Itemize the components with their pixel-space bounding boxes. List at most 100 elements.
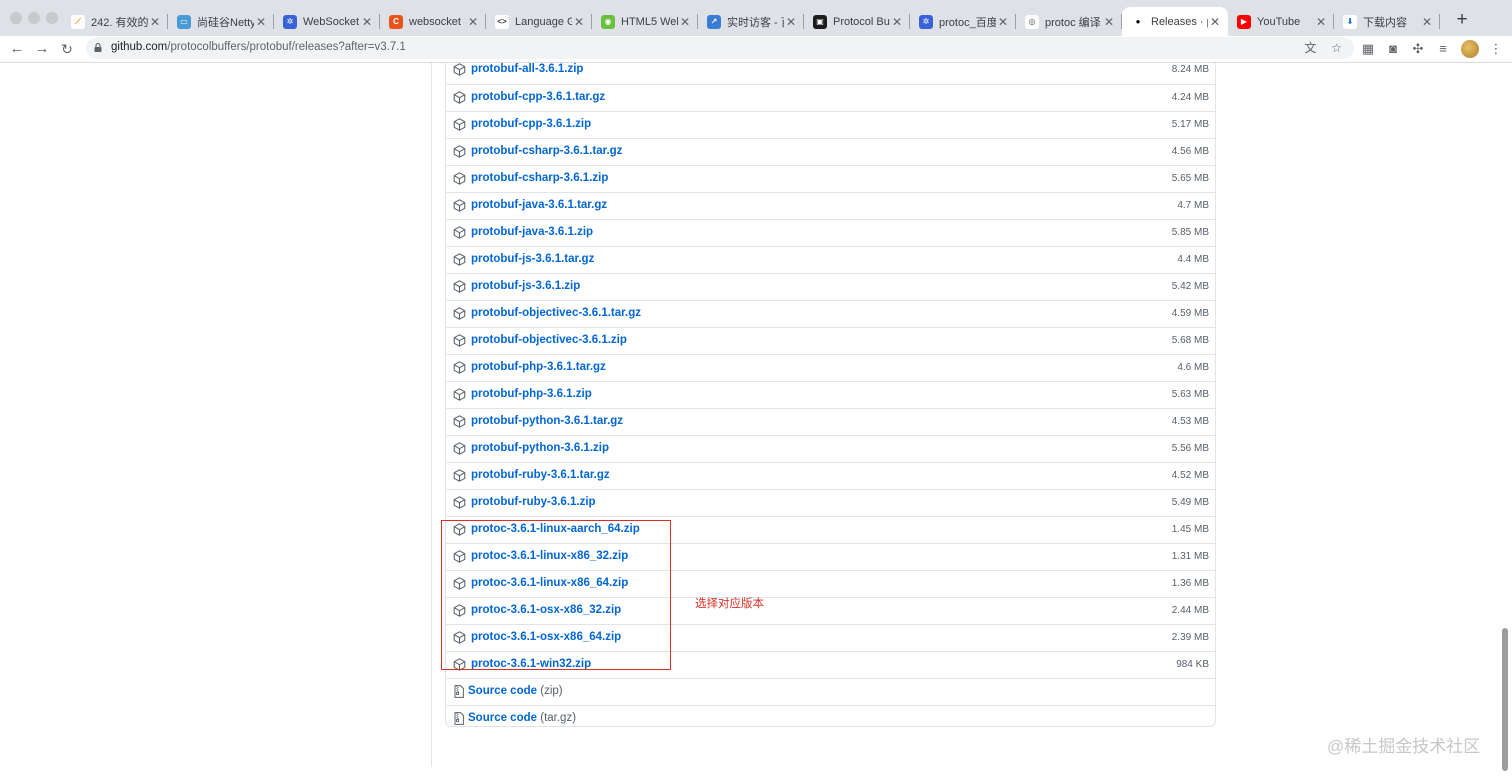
asset-download-link[interactable]: protobuf-objectivec-3.6.1.zip (471, 334, 627, 346)
asset-download-link[interactable]: protobuf-ruby-3.6.1.zip (471, 496, 596, 508)
tab-list: ⟋242. 有效的字✕▭尚硅谷Netty视✕✲WebSocket✕Cwebsoc… (62, 7, 1440, 36)
browser-tab[interactable]: <> Language G ✕ (486, 7, 592, 36)
asset-download-link[interactable]: protobuf-ruby-3.6.1.tar.gz (471, 469, 610, 481)
back-arrow-icon[interactable]: ← (7, 39, 27, 59)
tab-close-icon[interactable]: ✕ (1420, 15, 1434, 29)
tab-close-icon[interactable]: ✕ (1208, 15, 1222, 29)
package-icon (453, 388, 466, 401)
asset-download-link[interactable]: protobuf-js-3.6.1.zip (471, 280, 580, 292)
asset-download-link[interactable]: protobuf-php-3.6.1.zip (471, 388, 592, 400)
tab-title: 尚硅谷Netty视 (197, 16, 254, 29)
browser-tab[interactable]: ◉ HTML5 Web ✕ (592, 7, 698, 36)
tab-favicon-icon: ◎ (1025, 14, 1039, 29)
tab-favicon-icon: C (389, 14, 403, 29)
asset-download-link[interactable]: protobuf-all-3.6.1.zip (471, 63, 583, 75)
translate-icon[interactable]: 文 (1303, 41, 1318, 56)
tab-close-icon[interactable]: ✕ (784, 15, 798, 29)
tab-close-icon[interactable]: ✕ (254, 15, 268, 29)
asset-size: 1.45 MB (1171, 524, 1209, 535)
asset-size: 8.24 MB (1171, 64, 1209, 75)
browser-tab[interactable]: ◎ protoc 编译 ✕ (1016, 7, 1122, 36)
extensions-puzzle-icon[interactable]: ✣ (1410, 41, 1426, 57)
window-zoom-button[interactable] (46, 12, 58, 24)
watermark-text: @稀土掘金技术社区 (1327, 737, 1481, 756)
highlight-annotation-box (441, 520, 671, 670)
asset-row: protobuf-js-3.6.1.tar.gz 4.4 MB (446, 246, 1215, 273)
asset-download-link[interactable]: protobuf-java-3.6.1.zip (471, 226, 593, 238)
tab-close-icon[interactable]: ✕ (466, 15, 480, 29)
asset-download-link[interactable]: protobuf-cpp-3.6.1.zip (471, 118, 591, 130)
asset-size: 4.56 MB (1171, 146, 1209, 157)
tab-close-icon[interactable]: ✕ (1314, 15, 1328, 29)
asset-download-link[interactable]: protobuf-objectivec-3.6.1.tar.gz (471, 307, 641, 319)
browser-tab[interactable]: ▭ 尚硅谷Netty视✕ (168, 7, 274, 36)
asset-size: 984 KB (1176, 659, 1209, 670)
browser-tab[interactable]: ↗ 实时访客 - 百✕ (698, 7, 804, 36)
package-icon (453, 307, 466, 320)
browser-tab[interactable]: Cwebsocket ✕ (380, 7, 486, 36)
asset-row: protobuf-ruby-3.6.1.zip 5.49 MB (446, 489, 1215, 516)
asset-row: protobuf-objectivec-3.6.1.tar.gz 4.59 MB (446, 300, 1215, 327)
asset-size: 5.63 MB (1171, 389, 1209, 400)
source-code-format: (tar.gz) (540, 712, 577, 724)
browser-tab[interactable]: ⬇ 下载内容 ✕ (1334, 7, 1440, 36)
profile-avatar[interactable] (1461, 40, 1479, 58)
asset-download-link[interactable]: protobuf-python-3.6.1.zip (471, 442, 609, 454)
asset-size: 4.52 MB (1171, 470, 1209, 481)
asset-size: 2.44 MB (1171, 605, 1209, 616)
tab-favicon-icon: ⬇ (1343, 14, 1357, 29)
package-icon (453, 63, 466, 76)
package-icon (453, 145, 466, 158)
tab-favicon-icon: ▭ (177, 14, 191, 29)
tab-title: Protocol Bu (833, 15, 890, 28)
source-code-link[interactable]: Source code (tar.gz) (468, 712, 576, 724)
tab-title: protoc_百度 (939, 16, 996, 29)
source-code-row: Source code (tar.gz) (446, 705, 1215, 732)
page-scrollbar[interactable] (1502, 628, 1508, 771)
asset-size: 5.42 MB (1171, 281, 1209, 292)
asset-download-link[interactable]: protobuf-cpp-3.6.1.tar.gz (471, 91, 605, 103)
tab-favicon-icon: ✲ (283, 14, 297, 29)
tab-close-icon[interactable]: ✕ (996, 15, 1010, 29)
tab-favicon-icon: ● (1131, 14, 1145, 29)
asset-download-link[interactable]: protobuf-php-3.6.1.tar.gz (471, 361, 606, 373)
tab-close-icon[interactable]: ✕ (360, 15, 374, 29)
tab-close-icon[interactable]: ✕ (678, 15, 692, 29)
apps-grid-icon[interactable]: ▦ (1360, 41, 1376, 57)
asset-download-link[interactable]: protobuf-csharp-3.6.1.zip (471, 172, 608, 184)
forward-arrow-icon[interactable]: → (32, 39, 52, 59)
reading-list-icon[interactable]: ≡ (1435, 41, 1451, 57)
tab-close-icon[interactable]: ✕ (890, 15, 904, 29)
tab-title: HTML5 Web (621, 15, 678, 28)
new-tab-button[interactable]: + (1450, 9, 1474, 33)
address-bar[interactable]: github.com/protocolbuffers/protobuf/rele… (86, 37, 1354, 59)
asset-download-link[interactable]: protobuf-java-3.6.1.tar.gz (471, 199, 607, 211)
asset-row: protobuf-python-3.6.1.tar.gz 4.53 MB (446, 408, 1215, 435)
browser-tab[interactable]: ✲ WebSocket ✕ (274, 7, 380, 36)
browser-tab[interactable]: ✲ protoc_百度 ✕ (910, 7, 1016, 36)
tab-title: websocket (409, 15, 461, 28)
asset-row: protobuf-php-3.6.1.tar.gz 4.6 MB (446, 354, 1215, 381)
bookmark-star-icon[interactable]: ☆ (1329, 41, 1344, 56)
extension-bear-icon[interactable]: ◙ (1385, 41, 1401, 57)
asset-size: 2.39 MB (1171, 632, 1209, 643)
window-minimize-button[interactable] (28, 12, 40, 24)
browser-tab[interactable]: ▶ YouTube ✕ (1228, 7, 1334, 36)
asset-size: 5.17 MB (1171, 119, 1209, 130)
asset-size: 4.7 MB (1177, 200, 1209, 211)
package-icon (453, 496, 466, 509)
tab-close-icon[interactable]: ✕ (1102, 15, 1116, 29)
browser-tab[interactable]: ● Releases · p ✕ (1122, 7, 1228, 36)
asset-download-link[interactable]: protobuf-csharp-3.6.1.tar.gz (471, 145, 622, 157)
window-close-button[interactable] (10, 12, 22, 24)
tab-close-icon[interactable]: ✕ (572, 15, 586, 29)
asset-row: protobuf-cpp-3.6.1.tar.gz 4.24 MB (446, 84, 1215, 111)
asset-download-link[interactable]: protobuf-js-3.6.1.tar.gz (471, 253, 594, 265)
browser-tab[interactable]: ⟋ 242. 有效的字✕ (62, 7, 168, 36)
more-menu-icon[interactable]: ⋮ (1488, 41, 1504, 57)
reload-icon[interactable]: ↻ (57, 39, 77, 59)
browser-tab[interactable]: ▣ Protocol Bu ✕ (804, 7, 910, 36)
source-code-link[interactable]: Source code (zip) (468, 685, 563, 697)
tab-close-icon[interactable]: ✕ (148, 15, 162, 29)
asset-download-link[interactable]: protobuf-python-3.6.1.tar.gz (471, 415, 623, 427)
